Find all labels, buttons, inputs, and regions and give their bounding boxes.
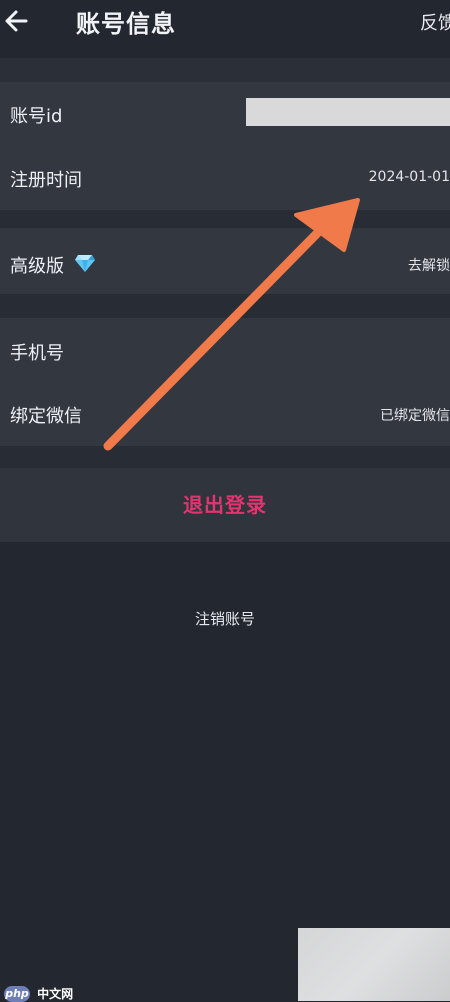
watermark-logo: php [4, 985, 30, 1002]
watermark-text: 中文网 [37, 987, 74, 1001]
page-title: 账号信息 [76, 10, 176, 38]
register-time-value: 2024-01-01 [368, 169, 450, 185]
phone-label[interactable]: 手机号 [10, 339, 64, 365]
arrow-left-icon [5, 10, 28, 32]
premium-unlock-link[interactable]: 去解锁 [408, 255, 450, 275]
blurred-watermark-area [298, 928, 450, 1001]
wechat-binding-label[interactable]: 绑定微信 [10, 402, 82, 428]
site-watermark: php 中文网 [4, 983, 74, 1002]
premium-label: 高级版 [10, 256, 64, 277]
back-button[interactable] [2, 4, 30, 36]
section-spacer [0, 58, 450, 82]
diamond-icon [74, 253, 96, 278]
section-divider [0, 446, 450, 468]
top-bar: 账号信息 反馈 [0, 0, 450, 52]
feedback-button[interactable]: 反馈 [420, 9, 450, 35]
account-id-label: 账号id [10, 106, 63, 127]
logout-button[interactable]: 退出登录 [0, 468, 450, 542]
wechat-binding-status: 已绑定微信 [380, 408, 450, 424]
account-id-value-redacted [246, 98, 450, 126]
register-time-label: 注册时间 [10, 170, 82, 191]
premium-label-group: 高级版 [10, 252, 96, 278]
cancel-account-link[interactable]: 注销账号 [0, 608, 450, 629]
section-divider [0, 294, 450, 318]
section-divider [0, 210, 450, 228]
